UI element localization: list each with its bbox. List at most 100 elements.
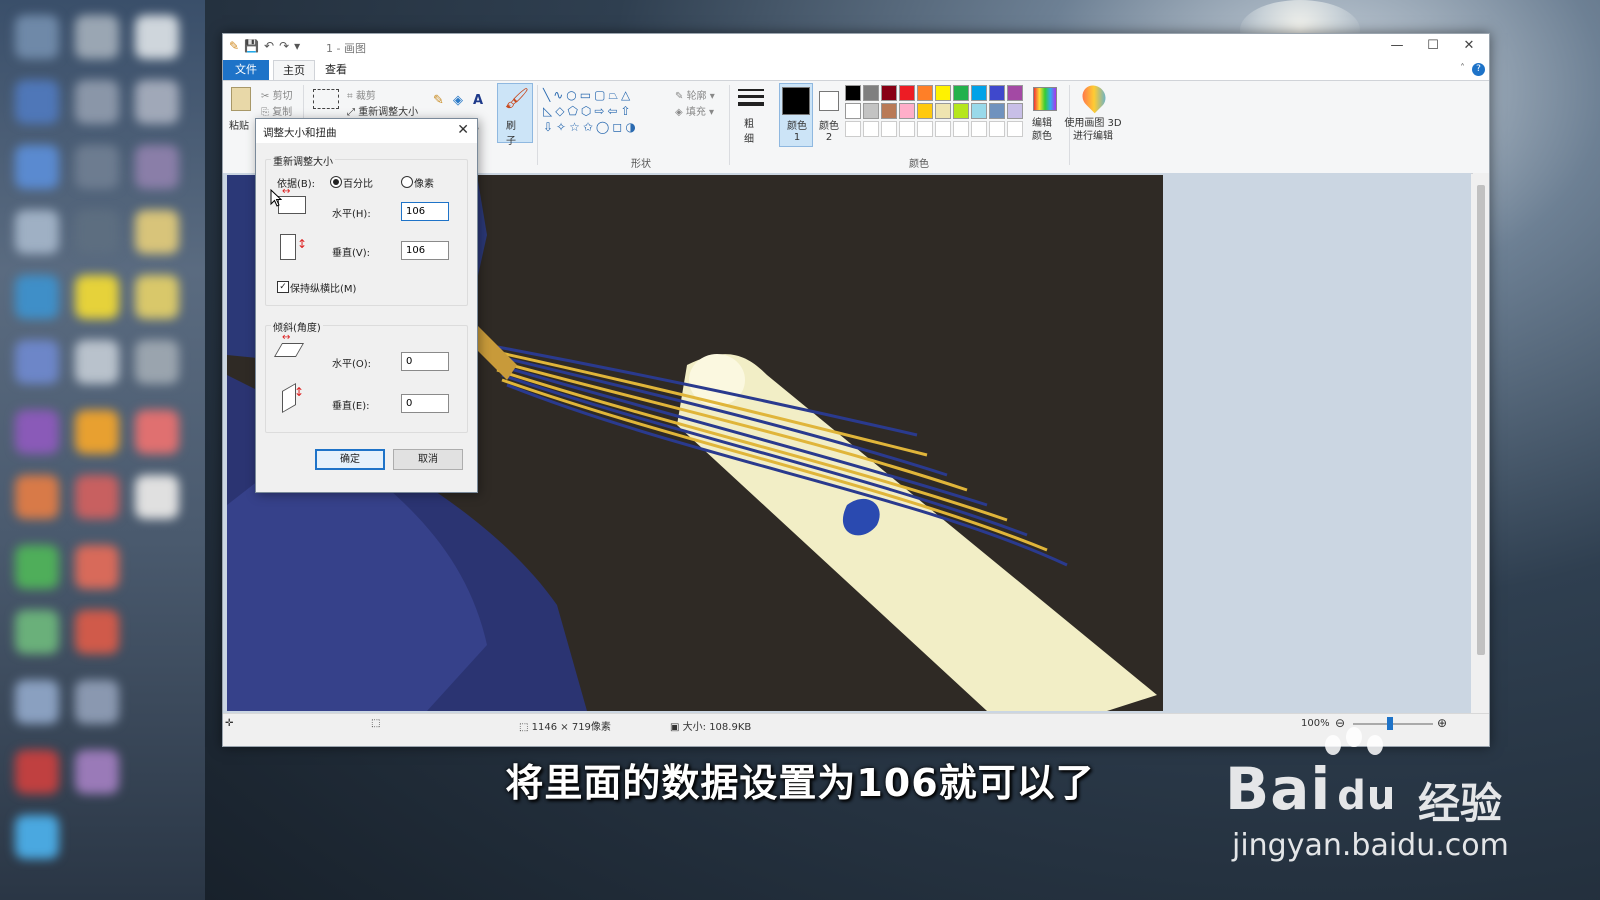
close-button[interactable]: ✕ [1451,38,1487,53]
color1-swatch [782,87,810,115]
edit-colors-button[interactable]: 编辑颜色 [1029,117,1055,143]
edit-colors-icon[interactable] [1033,87,1057,111]
zoom-slider-thumb[interactable] [1387,717,1393,730]
red-arrow-skew-v-icon: ↕ [294,385,305,399]
skew-horizontal-input[interactable] [401,352,449,371]
mouse-cursor-icon [270,189,282,207]
save-icon[interactable]: 💾 [244,39,259,53]
palette-swatch-empty[interactable] [881,121,897,137]
palette-swatch[interactable] [881,103,897,119]
pixels-label[interactable]: 像素 [414,175,434,190]
keep-ratio-label[interactable]: 保持纵横比(M) [290,280,356,295]
palette-swatch[interactable] [899,103,915,119]
keep-ratio-checkbox[interactable]: ✓ [277,281,289,293]
palette-swatch[interactable] [863,85,879,101]
palette-swatch-empty[interactable] [899,121,915,137]
redo-icon[interactable]: ↷ [279,39,289,53]
percent-label[interactable]: 百分比 [343,175,373,190]
skew-horizontal-label: 水平(O): [332,359,372,370]
tab-view[interactable]: 查看 [316,60,356,80]
desktop-app-icon [15,210,59,254]
zoom-out-icon[interactable]: ⊖ [1335,716,1345,730]
paint3d-icon[interactable] [1077,80,1111,114]
copy-button[interactable]: ⎘ 复制 [261,103,292,118]
undo-icon[interactable]: ↶ [264,39,274,53]
palette-swatch[interactable] [881,85,897,101]
size-icon[interactable] [738,89,764,111]
palette-swatch-empty[interactable] [953,121,969,137]
zoom-in-icon[interactable]: ⊕ [1437,716,1447,730]
palette-swatch-empty[interactable] [1007,121,1023,137]
zoom-slider[interactable] [1353,723,1433,725]
palette-swatch[interactable] [935,103,951,119]
select-icon[interactable] [313,89,339,109]
palette-swatch-empty[interactable] [971,121,987,137]
palette-swatch[interactable] [917,103,933,119]
resize-button[interactable]: ⤢ 重新调整大小 [347,103,418,118]
desktop-app-icon [75,545,119,589]
horizontal-input[interactable] [401,202,449,221]
help-icon[interactable]: ? [1472,63,1485,76]
palette-swatch[interactable] [1007,85,1023,101]
palette-swatch[interactable] [845,85,861,101]
ok-button[interactable]: 确定 [315,449,385,470]
desktop-app-icon [75,610,119,654]
pencil-icon[interactable]: ✎ [433,93,444,108]
palette-swatch[interactable] [989,85,1005,101]
palette-swatch[interactable] [971,103,987,119]
fill-button[interactable]: ◈ 填充 ▾ [675,103,714,118]
dialog-title: 调整大小和扭曲 [263,127,337,139]
vertical-input[interactable] [401,241,449,260]
palette-swatch-empty[interactable] [935,121,951,137]
crop-button[interactable]: ⌗ 裁剪 [347,87,376,102]
text-icon[interactable]: A [473,93,483,108]
fill-icon[interactable]: ◈ [453,93,463,108]
palette-swatch[interactable] [845,103,861,119]
palette-swatch[interactable] [863,103,879,119]
skew-group [265,325,468,433]
desktop-app-icon [75,210,119,254]
palette-swatch[interactable] [971,85,987,101]
tab-file[interactable]: 文件 [223,60,269,80]
collapse-ribbon-icon[interactable]: ˄ [1460,63,1465,74]
watermark-brand-bai: Bai [1225,755,1332,823]
palette-swatch[interactable] [989,103,1005,119]
color2-swatch[interactable] [819,91,839,111]
desktop-app-icon [135,145,179,189]
palette-swatch[interactable] [899,85,915,101]
palette-swatch-empty[interactable] [989,121,1005,137]
file-size-text: 大小: 108.9KB [682,722,752,733]
palette-swatch[interactable] [935,85,951,101]
paste-icon[interactable] [231,87,251,111]
skew-vertical-label: 垂直(E): [332,401,370,412]
skew-vertical-input[interactable] [401,394,449,413]
scrollbar-thumb[interactable] [1477,185,1485,655]
palette-swatch[interactable] [953,85,969,101]
paste-button[interactable]: 粘贴 [229,117,249,132]
shapes-gallery[interactable]: ╲∿○▭▢⏢△ ◺◇⬠⬡⇨⇦⇧ ⇩✧☆✩◯◻◑ [543,87,663,135]
customize-qa-icon[interactable]: ▾ [294,39,300,53]
palette-swatch-empty[interactable] [917,121,933,137]
cancel-button[interactable]: 取消 [393,449,463,470]
percent-radio[interactable] [330,176,342,188]
vertical-scrollbar[interactable] [1473,173,1489,713]
tab-home[interactable]: 主页 [273,60,315,81]
outline-button[interactable]: ✎ 轮廓 ▾ [675,87,715,102]
paw-icon [1346,727,1362,747]
palette-swatch[interactable] [953,103,969,119]
desktop-app-icon [15,275,59,319]
desktop-app-icon [135,340,179,384]
desktop-app-icon [75,275,119,319]
pixels-radio[interactable] [401,176,413,188]
paint3d-button[interactable]: 使用画图 3D 进行编辑 [1063,117,1123,143]
copy-label: 复制 [272,107,293,118]
quick-access-toolbar: ✎ 💾 ↶ ↷ ▾ [229,39,300,53]
cut-button[interactable]: ✂ 剪切 [261,87,293,102]
palette-swatch[interactable] [917,85,933,101]
palette-swatch-empty[interactable] [845,121,861,137]
palette-swatch-empty[interactable] [863,121,879,137]
dialog-close-button[interactable]: ✕ [457,122,469,138]
maximize-button[interactable]: ☐ [1415,38,1451,53]
minimize-button[interactable]: — [1379,38,1415,53]
palette-swatch[interactable] [1007,103,1023,119]
